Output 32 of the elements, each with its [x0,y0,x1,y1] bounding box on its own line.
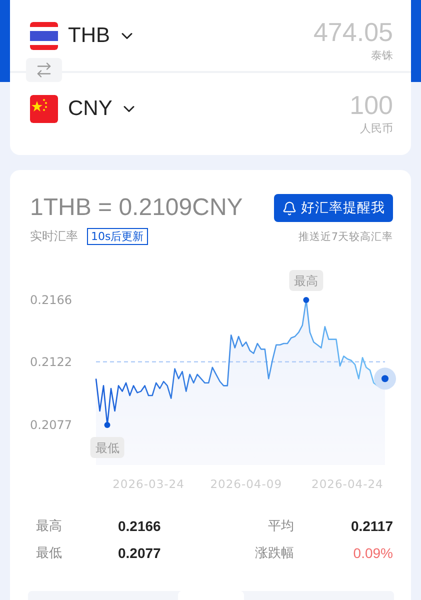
rate-alert-button[interactable]: 好汇率提醒我 [274,194,393,222]
y-axis-label: 0.2122 [30,354,72,369]
currency-code[interactable]: CNY [68,96,112,120]
y-axis-label: 0.2166 [30,293,72,307]
thailand-flag-icon [30,22,58,50]
annotation: 最高 [294,274,318,288]
stat-label: 涨跌幅 [255,545,294,562]
current-point-marker [374,368,396,390]
stat-value: 0.09% [353,545,393,561]
update-countdown: 10s后更新 [87,228,148,245]
swap-icon [35,61,53,79]
y-axis-label: 0.2077 [30,418,72,432]
extreme-point-marker [303,297,310,303]
stat-label: 最高 [36,518,62,535]
alert-note: 推送近7天较高汇率 [298,230,393,244]
extreme-point-marker [104,422,110,428]
swap-button[interactable] [26,58,62,82]
stat-label: 平均 [268,518,294,535]
extreme-tag: 最高 [289,270,324,291]
bell-icon [282,200,297,216]
currency-name: 人民币 [360,121,393,136]
stat-label: 最低 [36,545,62,562]
extreme-tag: 最低 [90,437,124,458]
china-flag-icon [30,94,58,122]
stat-value: 0.2077 [118,545,161,561]
currency-name: 泰铢 [371,48,393,63]
annotation: 最低 [95,441,120,455]
currency-code[interactable]: THB [68,24,110,48]
stat-value: 0.2166 [118,518,161,534]
rate-label: 实时汇率 [30,228,78,245]
stat-value: 0.2117 [350,518,393,534]
exchange-rate: 1THB = 0.2109CNY [30,194,243,222]
